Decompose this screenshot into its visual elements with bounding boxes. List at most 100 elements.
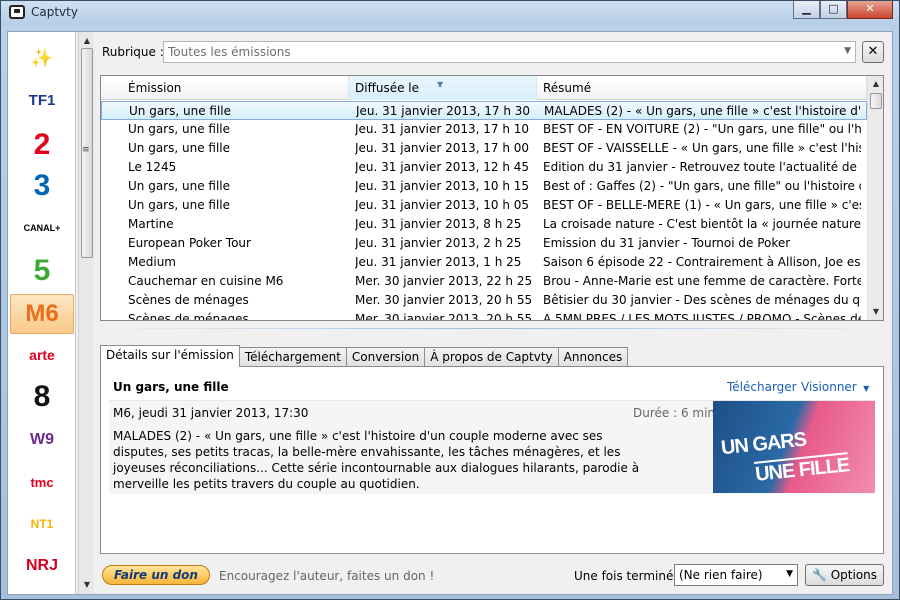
cell-date: Jeu. 31 janvier 2013, 1 h 25 xyxy=(355,255,522,269)
scroll-down-icon[interactable]: ▼ xyxy=(79,578,95,592)
cell-emission: Un gars, une fille xyxy=(128,141,231,155)
table-row[interactable]: Un gars, une fille Jeu. 31 janvier 2013, … xyxy=(101,101,867,120)
app-window: Captvty ▁ □ ✕ ✨ TF1 2 3 CANAL+ 5 M6 arte 8 W9 tmc N… xyxy=(0,0,900,600)
channel-tmc-logo: tmc xyxy=(30,474,54,490)
clear-filter-button[interactable]: ✕ xyxy=(862,41,884,63)
table-row[interactable]: Medium Jeu. 31 janvier 2013, 1 h 25 Saison… xyxy=(101,253,867,272)
finish-action-select[interactable]: (Ne rien faire) ▼ xyxy=(674,564,798,586)
cell-summary: Brou - Anne-Marie est une femme de carac… xyxy=(543,274,861,288)
donate-button[interactable]: Faire un don xyxy=(102,565,210,585)
table-row[interactable]: Un gars, une fille Jeu. 31 janvier 2013, … xyxy=(101,120,867,139)
program-thumbnail: UN GARS UNE FILLE xyxy=(713,401,875,493)
list-scroll-thumb[interactable] xyxy=(870,93,882,109)
cell-date: Jeu. 31 janvier 2013, 12 h 45 xyxy=(355,160,530,174)
channel-w9-logo: W9 xyxy=(30,431,54,448)
close-button[interactable]: ✕ xyxy=(847,1,893,19)
captvty-app-icon xyxy=(9,5,25,19)
channel-magic-wand-logo: ✨ xyxy=(30,47,54,68)
list-scroll-down-icon[interactable]: ▼ xyxy=(868,305,883,319)
cell-emission: European Poker Tour xyxy=(128,236,251,250)
window-title: Captvty xyxy=(31,5,78,19)
cell-date: Jeu. 31 janvier 2013, 10 h 15 xyxy=(355,179,530,193)
cell-date: Mer. 30 janvier 2013, 20 h 55 xyxy=(355,293,533,307)
table-row[interactable]: Martine Jeu. 31 janvier 2013, 8 h 25 La cr… xyxy=(101,215,867,234)
rubrique-label: Rubrique : xyxy=(102,45,164,59)
table-row[interactable]: Un gars, une fille Jeu. 31 janvier 2013, … xyxy=(101,196,867,215)
scroll-up-icon[interactable]: ▲ xyxy=(79,34,95,48)
splitter[interactable] xyxy=(100,328,884,329)
channel-canal-plus-logo: CANAL+ xyxy=(23,223,61,233)
channel-tf1[interactable]: TF1 xyxy=(10,80,74,120)
minimize-button[interactable]: ▁ xyxy=(793,1,820,19)
detail-title: Un gars, une fille xyxy=(113,380,229,394)
table-row[interactable]: Scènes de ménages Mer. 30 janvier 2013, 2… xyxy=(101,291,867,310)
list-scrollbar[interactable]: ▲ ▼ xyxy=(867,76,883,320)
channel-d8[interactable]: 8 xyxy=(10,377,74,417)
column-diffusee[interactable]: Diffusée le ▼ xyxy=(349,76,537,100)
cell-date: Jeu. 31 janvier 2013, 2 h 25 xyxy=(355,236,522,250)
channel-arte-logo: arte xyxy=(29,347,55,363)
channel-france-3-logo: 3 xyxy=(33,169,51,202)
channel-france-2[interactable]: 2 xyxy=(10,125,74,165)
tab-download[interactable]: Téléchargement xyxy=(238,347,347,367)
title-bar[interactable]: Captvty ▁ □ ✕ xyxy=(1,1,899,25)
channel-sidebar: ✨ TF1 2 3 CANAL+ 5 M6 arte 8 W9 tmc NT1 NRJ xyxy=(8,32,76,594)
encourage-text: Encouragez l'auteur, faites un don ! xyxy=(219,569,435,583)
channel-d8-logo: 8 xyxy=(33,380,51,413)
table-row[interactable]: Scènes de ménages Mer. 30 janvier 2013, 2… xyxy=(101,310,867,321)
grip-icon: ≡ xyxy=(82,145,90,155)
cell-date: Mer. 30 janvier 2013, 20 h 55 xyxy=(355,312,533,321)
table-row[interactable]: Le 1245 Jeu. 31 janvier 2013, 12 h 45 Edit… xyxy=(101,158,867,177)
channel-m6[interactable]: M6 xyxy=(10,294,74,334)
download-link[interactable]: Télécharger xyxy=(727,380,797,394)
tab-conversion[interactable]: Conversion xyxy=(345,347,426,367)
column-emission[interactable]: Émission xyxy=(101,76,349,100)
finish-label: Une fois terminé : xyxy=(574,569,682,583)
channel-france-3[interactable]: 3 xyxy=(10,166,74,206)
table-row[interactable]: European Poker Tour Jeu. 31 janvier 2013,… xyxy=(101,234,867,253)
cell-summary: BEST OF - EN VOITURE (2) - "Un gars, une… xyxy=(543,122,861,136)
cell-summary: BEST OF - BELLE-MERE (1) - « Un gars, un… xyxy=(543,198,861,212)
finish-action-value: (Ne rien faire) xyxy=(679,568,763,582)
chevron-down-icon: ▼ xyxy=(786,569,793,579)
channel-nt1[interactable]: NT1 xyxy=(10,504,74,544)
detail-description: MALADES (2) - « Un gars, une fille » c'e… xyxy=(113,429,640,491)
cell-summary: Best of : Gaffes (2) - "Un gars, une fil… xyxy=(543,179,861,193)
table-row[interactable]: Cauchemar en cuisine M6 Mer. 30 janvier 2… xyxy=(101,272,867,291)
options-button[interactable]: 🔧 Options xyxy=(805,564,884,586)
tab-announcements[interactable]: Annonces xyxy=(557,347,629,367)
list-header: Émission Diffusée le ▼ Résumé xyxy=(101,76,867,100)
cell-emission: Un gars, une fille xyxy=(128,179,231,193)
column-resume[interactable]: Résumé xyxy=(537,76,867,100)
window-controls: ▁ □ ✕ xyxy=(793,1,893,19)
tab-about[interactable]: À propos de Captvty xyxy=(424,347,559,367)
cell-emission: Un gars, une fille xyxy=(129,104,232,118)
main-panel: Rubrique : Toutes les émissions ▼ ✕ Émis… xyxy=(100,32,892,594)
wrench-icon: 🔧 xyxy=(811,568,827,582)
sidebar-scrollbar[interactable]: ▲ ≡ ▼ xyxy=(78,32,94,594)
cell-summary: Saison 6 épisode 22 - Contrairement à Al… xyxy=(543,255,861,269)
list-scroll-up-icon[interactable]: ▲ xyxy=(868,77,883,91)
client-area: ✨ TF1 2 3 CANAL+ 5 M6 arte 8 W9 tmc NT1 NRJ ▲ ≡ ▼ Ru… xyxy=(7,31,893,595)
rubrique-select[interactable]: Toutes les émissions ▼ xyxy=(163,41,856,63)
program-list: Émission Diffusée le ▼ Résumé Un gars, u… xyxy=(100,75,884,321)
table-row[interactable]: Un gars, une fille Jeu. 31 janvier 2013, … xyxy=(101,177,867,196)
channel-arte[interactable]: arte xyxy=(10,335,74,375)
detail-tabs: Détails sur l'émission Téléchargement Co… xyxy=(100,345,629,367)
channel-w9[interactable]: W9 xyxy=(10,420,74,460)
rubrique-value: Toutes les émissions xyxy=(168,45,291,59)
channel-france-5[interactable]: 5 xyxy=(10,251,74,291)
tab-details[interactable]: Détails sur l'émission xyxy=(100,345,240,367)
channel-nrj12[interactable]: NRJ xyxy=(10,546,74,586)
channel-tmc[interactable]: tmc xyxy=(10,462,74,502)
cell-date: Jeu. 31 janvier 2013, 8 h 25 xyxy=(355,217,522,231)
column-diffusee-label: Diffusée le xyxy=(355,81,419,95)
channel-nrj12-logo: NRJ xyxy=(25,557,58,574)
maximize-button[interactable]: □ xyxy=(820,1,847,19)
view-link[interactable]: Visionner ▼ xyxy=(801,380,869,394)
options-label: Options xyxy=(830,568,878,582)
table-row[interactable]: Un gars, une fille Jeu. 31 janvier 2013, … xyxy=(101,139,867,158)
thumbnail-title-line2: UNE FILLE xyxy=(753,452,851,487)
channel-canal-plus[interactable]: CANAL+ xyxy=(10,208,74,248)
channel-magic-wand[interactable]: ✨ xyxy=(10,38,74,78)
